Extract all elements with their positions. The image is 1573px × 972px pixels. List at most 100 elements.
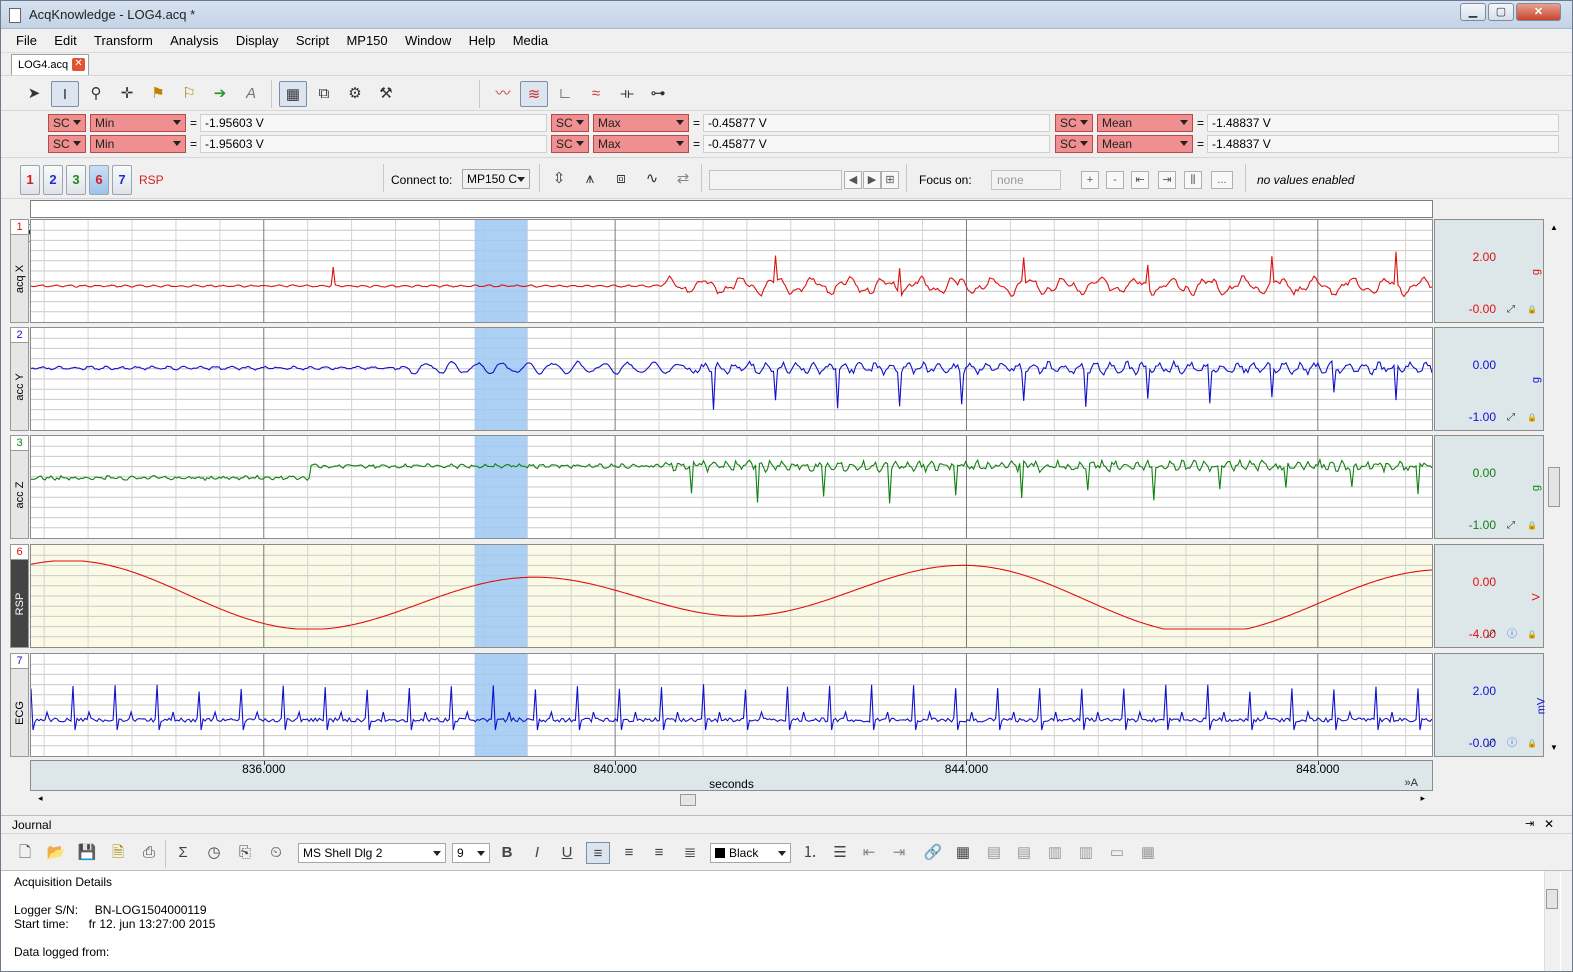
split-cursor-icon[interactable]: ⟛	[613, 81, 641, 107]
channel-scale[interactable]: 2.00 -0.00 g ⤢ 🔒	[1434, 219, 1544, 323]
insert-link-icon[interactable]: 🔗	[921, 842, 945, 864]
overlap-waves-icon[interactable]: ∿	[638, 166, 666, 192]
stacked-waveform-icon[interactable]: ≋	[520, 81, 548, 107]
measurement-function-select[interactable]: Min	[90, 135, 186, 153]
autoscale-icon[interactable]: ⤢	[1487, 629, 1499, 641]
channel-button-7[interactable]: 7	[112, 165, 132, 195]
connect-select[interactable]: MP150 C	[462, 169, 530, 189]
channel-scale[interactable]: 0.00 -4.00 V ⤢ 🔒 ⓘ	[1434, 544, 1544, 648]
undock-journal-icon[interactable]: ⇥	[1525, 817, 1534, 830]
info-icon[interactable]: ⓘ	[1507, 738, 1519, 750]
measurement-function-select[interactable]: Mean	[1097, 114, 1193, 132]
graph-area[interactable]: 1 acq X 2.00 -0.00 g ⤢ 🔒 2 acc Y 0.00 -1.00 g ⤢ 🔒 3 acc…	[1, 219, 1573, 759]
align-right-icon[interactable]: ≡	[647, 842, 671, 864]
font-size-select[interactable]: 9	[452, 843, 490, 863]
journal-text[interactable]: Acquisition Details Logger S/N: BN-LOG15…	[1, 871, 1561, 971]
align-left-icon[interactable]: ≡	[586, 842, 610, 864]
table-icon[interactable]: ▦	[951, 842, 975, 864]
flag-tool-icon[interactable]: ⚑	[144, 81, 172, 107]
minimize-button[interactable]: ▁	[1460, 3, 1486, 21]
lock-icon[interactable]: 🔒	[1527, 738, 1539, 750]
gear-icon[interactable]: ⚙	[341, 81, 369, 107]
scroll-right-icon[interactable]: ▸	[1420, 793, 1425, 804]
menu-file[interactable]: File	[9, 29, 44, 48]
save-icon[interactable]: 💾	[75, 842, 99, 864]
insert-col-left-icon[interactable]: ▥	[1043, 842, 1067, 864]
menu-analysis[interactable]: Analysis	[163, 29, 225, 48]
arrow-tool-icon[interactable]: ➤	[20, 81, 48, 107]
measurement-channel-select[interactable]: SC	[48, 114, 86, 132]
marker-field[interactable]	[709, 170, 842, 190]
measurement-function-select[interactable]: Mean	[1097, 135, 1193, 153]
focus-next-button[interactable]: ⇥	[1158, 171, 1176, 189]
delete-col-icon[interactable]: ▦	[1136, 842, 1160, 864]
channel-plot[interactable]	[30, 219, 1433, 323]
autoscale-horizontal-icon[interactable]: »A	[1405, 777, 1418, 789]
channel-button-1[interactable]: 1	[20, 165, 40, 195]
channel-scale[interactable]: 0.00 -1.00 g ⤢ 🔒	[1434, 327, 1544, 431]
channel-plot[interactable]	[30, 327, 1433, 431]
menu-media[interactable]: Media	[506, 29, 555, 48]
channel-plot[interactable]	[30, 544, 1433, 648]
focus-remove-button[interactable]: -	[1106, 171, 1124, 189]
autoscale-icon[interactable]: ⤢	[1507, 412, 1519, 424]
autoscale-icon[interactable]: ⤢	[1487, 738, 1499, 750]
stack-waves-icon[interactable]: ⇳	[545, 166, 573, 192]
channel-label[interactable]: ECG	[10, 669, 29, 757]
clock-icon[interactable]: ◷	[202, 842, 226, 864]
new-journal-icon[interactable]: 🗋	[13, 842, 37, 864]
lock-icon[interactable]: 🔒	[1527, 520, 1539, 532]
underline-icon[interactable]: U	[555, 842, 579, 864]
measurement-channel-select[interactable]: SC	[48, 135, 86, 153]
insert-row-above-icon[interactable]: ▤	[982, 842, 1006, 864]
numbered-list-icon[interactable]: ⒈	[798, 842, 822, 864]
scroll-up-icon[interactable]: ▲	[1550, 223, 1558, 232]
insert-col-right-icon[interactable]: ▥	[1074, 842, 1098, 864]
measurement-channel-select[interactable]: SC	[551, 114, 589, 132]
arrange-icon[interactable]: ⊶	[644, 81, 672, 107]
horizontal-scrollbar[interactable]: ◂ ▸	[30, 793, 1433, 807]
measurement-channel-select[interactable]: SC	[1055, 114, 1093, 132]
menu-window[interactable]: Window	[398, 29, 458, 48]
channel-number[interactable]: 3	[10, 435, 29, 451]
open-folder-icon[interactable]: 📂	[44, 842, 68, 864]
bullet-list-icon[interactable]: ☰	[828, 842, 852, 864]
insert-row-below-icon[interactable]: ▤	[1012, 842, 1036, 864]
channel-plot[interactable]	[30, 435, 1433, 539]
maximize-button[interactable]: ▢	[1488, 3, 1514, 21]
close-tab-icon[interactable]: ✕	[72, 58, 85, 71]
channel-label[interactable]: acc Z	[10, 451, 29, 539]
ibeam-select-tool-icon[interactable]: I	[51, 81, 79, 107]
marker-options-icon[interactable]: ⊞	[881, 171, 899, 189]
event-bar[interactable]	[30, 200, 1433, 218]
journal-scroll-thumb[interactable]	[1546, 889, 1558, 909]
timestamp-icon[interactable]: ⏲	[264, 842, 288, 864]
bold-icon[interactable]: B	[495, 842, 519, 864]
info-icon[interactable]: ⓘ	[1507, 629, 1519, 641]
export-icon[interactable]: 🗎	[106, 842, 130, 864]
event-tool-icon[interactable]: ⚐	[175, 81, 203, 107]
next-marker-icon[interactable]: ▶	[863, 171, 881, 189]
menu-script[interactable]: Script	[289, 29, 336, 48]
close-journal-icon[interactable]: ✕	[1544, 817, 1554, 831]
xy-plot-icon[interactable]: ∟	[551, 81, 579, 107]
italic-icon[interactable]: I	[525, 842, 549, 864]
indent-icon[interactable]: ⇥	[887, 842, 911, 864]
lock-icon[interactable]: 🔒	[1527, 629, 1539, 641]
measurement-function-select[interactable]: Min	[90, 114, 186, 132]
overlap-icon[interactable]: ⧉	[310, 81, 338, 107]
menu-transform[interactable]: Transform	[87, 29, 160, 48]
focus-select[interactable]: none	[991, 170, 1061, 190]
channel-button-2[interactable]: 2	[43, 165, 63, 195]
autoscale-waves-icon[interactable]: ⧈	[607, 166, 635, 192]
channel-number[interactable]: 2	[10, 327, 29, 343]
focus-prev-button[interactable]: ⇤	[1131, 171, 1149, 189]
lock-icon[interactable]: 🔒	[1527, 412, 1539, 424]
justify-icon[interactable]: ≣	[678, 842, 702, 864]
channel-label[interactable]: acq X	[10, 235, 29, 323]
zoom-tool-icon[interactable]: ⚲	[82, 81, 110, 107]
vertical-scrollbar[interactable]: ▲ ▼	[1547, 219, 1561, 757]
font-family-select[interactable]: MS Shell Dlg 2	[298, 843, 446, 863]
channel-number[interactable]: 7	[10, 653, 29, 669]
grid-toggle-icon[interactable]: ▦	[279, 81, 307, 107]
